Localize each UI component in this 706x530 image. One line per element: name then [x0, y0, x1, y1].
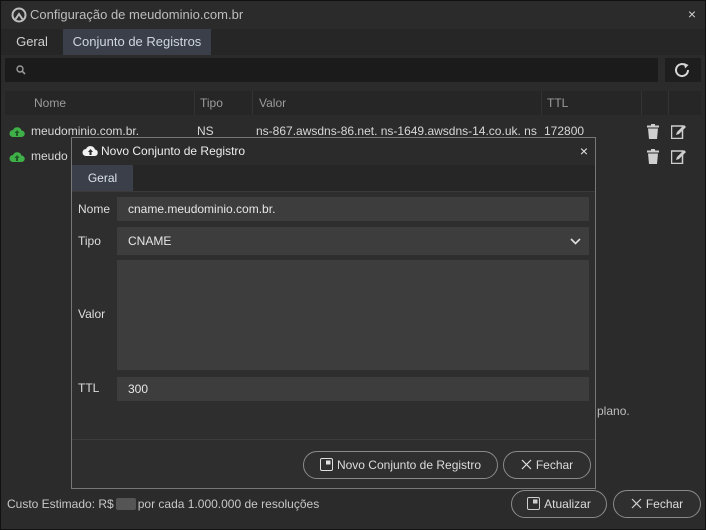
type-selected-value: CNAME: [128, 234, 172, 248]
tab-conjunto-de-registros[interactable]: Conjunto de Registros: [63, 29, 211, 55]
dialog-tab-bar: Geral: [72, 165, 595, 192]
window-close-icon[interactable]: ×: [685, 7, 699, 21]
dialog-titlebar: Novo Conjunto de Registro ×: [72, 138, 595, 165]
column-header-nome[interactable]: Nome: [34, 96, 66, 110]
record-type: NS: [197, 124, 214, 138]
create-record-set-label: Novo Conjunto de Registro: [336, 458, 482, 472]
name-input[interactable]: cname.meudominio.com.br.: [117, 197, 589, 221]
column-divider: [252, 91, 253, 115]
tab-geral[interactable]: Geral: [72, 165, 133, 191]
window-title: Configuração de meudominio.com.br: [30, 7, 244, 22]
update-button-label: Atualizar: [544, 497, 591, 511]
column-divider: [668, 91, 669, 115]
record-name: meudominio.com.br.: [31, 124, 140, 138]
record-ttl: 172800: [544, 124, 585, 138]
type-label: Tipo: [78, 234, 101, 248]
column-divider: [641, 91, 642, 115]
window-icon: [319, 458, 333, 471]
price-redacted: [115, 498, 136, 510]
type-select[interactable]: CNAME: [117, 227, 589, 255]
app-logo-icon: [11, 7, 27, 23]
delete-icon[interactable]: [646, 149, 660, 164]
edit-icon[interactable]: [671, 149, 687, 164]
close-icon: [521, 459, 532, 470]
dialog-close-button[interactable]: Fechar: [503, 451, 591, 479]
close-icon: [631, 498, 642, 509]
close-button[interactable]: Fechar: [613, 490, 701, 518]
refresh-button[interactable]: [665, 58, 701, 82]
create-record-set-button[interactable]: Novo Conjunto de Registro: [303, 451, 498, 479]
close-button-label: Fechar: [645, 497, 684, 511]
tab-geral[interactable]: Geral: [1, 29, 63, 55]
dialog-close-label: Fechar: [535, 458, 574, 472]
value-label: Valor: [78, 307, 106, 321]
window-titlebar: Configuração de meudominio.com.br ×: [1, 1, 705, 29]
estimated-cost-suffix: por cada 1.000.000 de resoluções: [137, 497, 320, 511]
ttl-input[interactable]: 300: [117, 377, 589, 401]
search-input[interactable]: [5, 58, 658, 82]
column-header-valor[interactable]: Valor: [259, 96, 286, 110]
column-header-ttl[interactable]: TTL: [547, 96, 568, 110]
edit-icon[interactable]: [671, 124, 687, 139]
table-header: Nome Tipo Valor TTL: [5, 91, 701, 115]
column-header-tipo[interactable]: Tipo: [200, 96, 223, 110]
cloud-record-icon: [9, 150, 25, 164]
name-label: Nome: [78, 202, 111, 216]
column-divider: [194, 91, 195, 115]
cloud-upload-icon: [82, 144, 99, 158]
new-record-set-dialog: Novo Conjunto de Registro × Geral Nome c…: [71, 137, 596, 489]
chevron-down-icon: [570, 236, 581, 247]
column-divider: [541, 91, 542, 115]
dialog-title: Novo Conjunto de Registro: [101, 144, 246, 158]
record-name: meudo: [31, 149, 68, 163]
tab-bar: Geral Conjunto de Registros: [1, 29, 705, 55]
dialog-close-icon[interactable]: ×: [577, 144, 591, 158]
currency-label: R$: [98, 497, 114, 511]
window-icon: [527, 497, 541, 510]
update-button[interactable]: Atualizar: [511, 490, 607, 518]
background-note-text: plano.: [597, 404, 630, 418]
record-value: ns-867.awsdns-86.net. ns-1649.awsdns-14.…: [256, 124, 537, 138]
estimated-cost-label: Custo Estimado:: [7, 497, 96, 511]
refresh-icon: [674, 62, 691, 78]
dialog-footer-divider: [72, 439, 595, 440]
cloud-record-icon: [9, 125, 25, 139]
search-icon: [16, 65, 26, 75]
ttl-label: TTL: [78, 381, 100, 395]
delete-icon[interactable]: [646, 124, 660, 139]
estimated-cost: Custo Estimado: R$ por cada 1.000.000 de …: [7, 497, 319, 511]
value-textarea[interactable]: [117, 260, 589, 370]
